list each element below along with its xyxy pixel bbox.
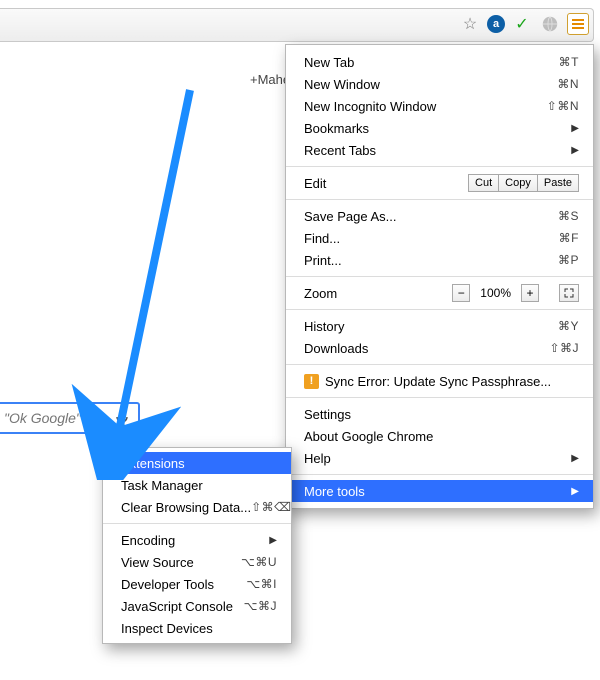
search-box[interactable] (0, 402, 140, 434)
separator (286, 166, 593, 167)
separator (286, 474, 593, 475)
menu-about[interactable]: About Google Chrome (286, 425, 593, 447)
menu-more-tools[interactable]: More tools▶ (286, 480, 593, 502)
shortcut: ⌘N (557, 77, 579, 91)
star-icon[interactable]: ☆ (459, 13, 481, 35)
shortcut: ⌥⌘U (241, 555, 277, 569)
label: Recent Tabs (304, 143, 571, 158)
warning-icon: ! (304, 374, 319, 389)
label: Inspect Devices (121, 621, 277, 636)
toolbar-icons: ☆ a ✓ (459, 13, 589, 35)
label: Find... (304, 231, 559, 246)
menu-help[interactable]: Help▶ (286, 447, 593, 469)
label: Developer Tools (121, 577, 246, 592)
shortcut: ⌘T (559, 55, 579, 69)
shortcut: ⌥⌘J (244, 599, 277, 613)
separator (286, 309, 593, 310)
separator (286, 199, 593, 200)
chrome-main-menu: New Tab⌘T New Window⌘N New Incognito Win… (285, 44, 594, 509)
shortcut: ⌘P (558, 253, 579, 267)
shortcut: ⌘S (558, 209, 579, 223)
submenu-encoding[interactable]: Encoding▶ (103, 529, 291, 551)
menu-save-page[interactable]: Save Page As...⌘S (286, 205, 593, 227)
shortcut: ⇧⌘N (547, 99, 579, 113)
more-tools-submenu: Extensions Task Manager Clear Browsing D… (102, 447, 292, 644)
label: Bookmarks (304, 121, 571, 136)
submenu-inspect-devices[interactable]: Inspect Devices (103, 617, 291, 639)
copy-button[interactable]: Copy (499, 174, 538, 192)
separator (286, 364, 593, 365)
submenu-js-console[interactable]: JavaScript Console⌥⌘J (103, 595, 291, 617)
label: More tools (304, 484, 571, 499)
menu-recent-tabs[interactable]: Recent Tabs▶ (286, 139, 593, 161)
zoom-in-button[interactable]: + (521, 284, 539, 302)
label: Clear Browsing Data... (121, 500, 251, 515)
submenu-dev-tools[interactable]: Developer Tools⌥⌘I (103, 573, 291, 595)
label: View Source (121, 555, 241, 570)
chevron-right-icon: ▶ (571, 453, 579, 464)
shortcut: ⇧⌘⌫ (251, 500, 292, 514)
menu-incognito[interactable]: New Incognito Window⇧⌘N (286, 95, 593, 117)
menu-history[interactable]: History⌘Y (286, 315, 593, 337)
label: About Google Chrome (304, 429, 579, 444)
submenu-task-manager[interactable]: Task Manager (103, 474, 291, 496)
label: Zoom (304, 286, 452, 301)
label: Downloads (304, 341, 549, 356)
extension-a-icon[interactable]: a (487, 15, 505, 33)
chevron-right-icon: ▶ (571, 486, 579, 497)
label: JavaScript Console (121, 599, 244, 614)
menu-new-tab[interactable]: New Tab⌘T (286, 51, 593, 73)
chevron-right-icon: ▶ (269, 535, 277, 546)
label: Sync Error: Update Sync Passphrase... (325, 374, 579, 389)
menu-settings[interactable]: Settings (286, 403, 593, 425)
label: Print... (304, 253, 558, 268)
label: Settings (304, 407, 579, 422)
paste-button[interactable]: Paste (538, 174, 579, 192)
menu-downloads[interactable]: Downloads⇧⌘J (286, 337, 593, 359)
checkmark-icon[interactable]: ✓ (511, 13, 533, 35)
separator (103, 523, 291, 524)
zoom-level: 100% (476, 284, 515, 302)
label: Save Page As... (304, 209, 558, 224)
fullscreen-button[interactable] (559, 284, 579, 302)
submenu-view-source[interactable]: View Source⌥⌘U (103, 551, 291, 573)
extension-globe-icon[interactable] (539, 13, 561, 35)
menu-print[interactable]: Print...⌘P (286, 249, 593, 271)
cut-button[interactable]: Cut (468, 174, 499, 192)
shortcut: ⌥⌘I (246, 577, 277, 591)
label: History (304, 319, 558, 334)
menu-sync-error[interactable]: ! Sync Error: Update Sync Passphrase... (286, 370, 593, 392)
label: New Window (304, 77, 557, 92)
menu-edit: Edit Cut Copy Paste (286, 172, 593, 194)
zoom-out-button[interactable]: − (452, 284, 470, 302)
hamburger-menu-icon[interactable] (567, 13, 589, 35)
label: New Incognito Window (304, 99, 547, 114)
menu-new-window[interactable]: New Window⌘N (286, 73, 593, 95)
search-input[interactable] (0, 410, 112, 426)
menu-zoom: Zoom − 100% + (286, 282, 593, 304)
shortcut: ⌘Y (558, 319, 579, 333)
shortcut: ⇧⌘J (549, 341, 579, 355)
menu-find[interactable]: Find...⌘F (286, 227, 593, 249)
label: Encoding (121, 533, 269, 548)
menu-bookmarks[interactable]: Bookmarks▶ (286, 117, 593, 139)
label: New Tab (304, 55, 559, 70)
separator (286, 397, 593, 398)
submenu-extensions[interactable]: Extensions (103, 452, 291, 474)
chevron-right-icon: ▶ (571, 123, 579, 134)
label: Task Manager (121, 478, 277, 493)
shortcut: ⌘F (559, 231, 579, 245)
separator (286, 276, 593, 277)
submenu-clear-data[interactable]: Clear Browsing Data...⇧⌘⌫ (103, 496, 291, 518)
label: Extensions (121, 456, 277, 471)
chevron-right-icon: ▶ (571, 145, 579, 156)
label: Edit (304, 176, 468, 191)
microphone-icon[interactable] (112, 408, 132, 428)
label: Help (304, 451, 571, 466)
browser-toolbar: ☆ a ✓ (0, 8, 594, 42)
